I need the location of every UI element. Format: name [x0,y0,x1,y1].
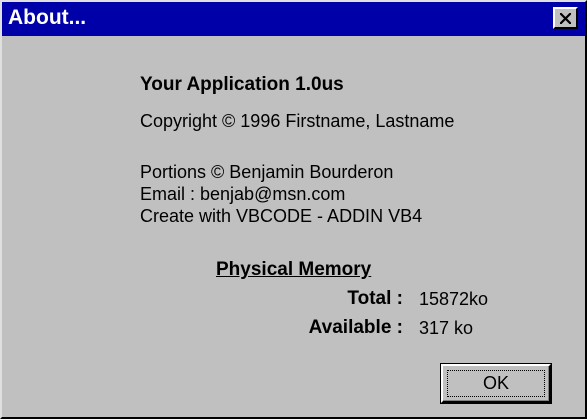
ok-button-label: OK [482,373,509,393]
ok-button[interactable]: OK [441,364,551,403]
total-memory-value: 15872ko [419,289,489,309]
email-text: Email : benjab@msn.com [140,184,346,204]
about-dialog: About... Your Application 1.0us Copyrigh… [0,0,587,419]
copyright-text: Copyright © 1996 Firstname, Lastname [140,111,455,131]
title-bar[interactable]: About... [2,2,585,36]
close-icon [560,13,571,24]
close-button[interactable] [553,7,578,29]
portions-credit: Portions © Benjamin Bourderon [140,162,394,182]
available-memory-value: 317 ko [419,318,474,338]
available-memory-label: Available : [308,317,403,338]
application-name: Your Application 1.0us [140,74,344,95]
total-memory-label: Total : [347,288,403,309]
created-with-text: Create with VBCODE - ADDIN VB4 [140,206,423,226]
physical-memory-heading: Physical Memory [216,259,372,280]
window-title: About... [8,6,87,29]
